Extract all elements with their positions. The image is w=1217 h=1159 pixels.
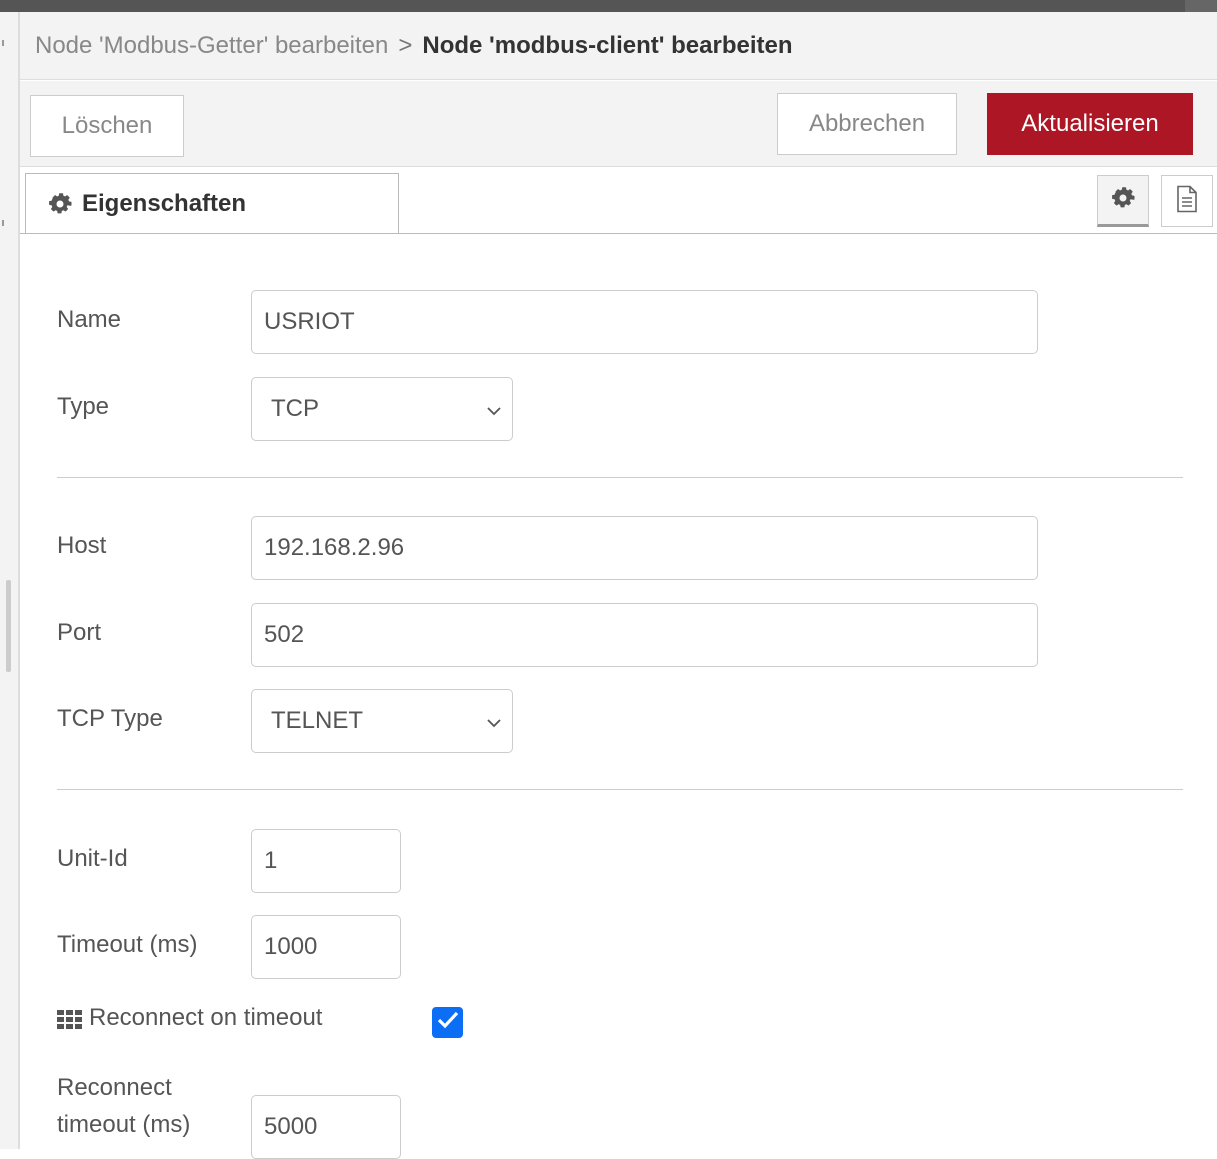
breadcrumb-current: Node 'modbus-client' bearbeiten xyxy=(422,31,793,59)
tab-properties[interactable]: Eigenschaften xyxy=(25,173,399,233)
edit-node-panel: Node 'Modbus-Getter' bearbeiten > Node '… xyxy=(20,12,1217,1159)
breadcrumb-previous[interactable]: Node 'Modbus-Getter' bearbeiten xyxy=(35,32,388,60)
document-icon xyxy=(1175,185,1199,218)
tcp-type-select-value: TELNET xyxy=(271,707,364,734)
delete-button[interactable]: Löschen xyxy=(30,95,184,157)
tab-bar: Eigenschaften xyxy=(20,167,1217,234)
gear-icon xyxy=(1111,186,1135,215)
unit-id-input[interactable]: 1 xyxy=(251,829,401,893)
window-top-strip xyxy=(0,0,1217,12)
gear-icon xyxy=(48,192,72,216)
type-select-value: TCP xyxy=(271,395,319,422)
left-resize-gutter[interactable] xyxy=(0,12,20,1149)
gutter-mark xyxy=(2,220,4,226)
host-input[interactable]: 192.168.2.96 xyxy=(251,516,1038,580)
reconnect-timeout-label-line2: timeout (ms) xyxy=(57,1111,191,1138)
chevron-down-icon xyxy=(486,707,502,735)
reconnect-timeout-input[interactable]: 5000 xyxy=(251,1095,401,1159)
chevron-down-icon xyxy=(486,395,502,423)
section-divider xyxy=(57,789,1183,790)
gutter-mark xyxy=(2,40,4,46)
section-divider xyxy=(57,477,1183,478)
timeout-label: Timeout (ms) xyxy=(57,931,198,958)
breadcrumb-separator: > xyxy=(398,31,413,59)
reconnect-on-timeout-checkbox[interactable] xyxy=(432,1007,463,1038)
resize-handle[interactable] xyxy=(6,580,11,672)
grid-icon xyxy=(57,1009,83,1029)
tcp-type-label: TCP Type xyxy=(57,705,163,732)
port-label: Port xyxy=(57,619,102,646)
type-select[interactable]: TCP xyxy=(251,377,513,441)
window-top-edge xyxy=(1185,0,1217,12)
name-input[interactable]: USRIOT xyxy=(251,290,1038,354)
settings-tab-button[interactable] xyxy=(1097,175,1149,227)
update-button[interactable]: Aktualisieren xyxy=(987,93,1193,155)
tab-properties-label: Eigenschaften xyxy=(82,189,247,217)
tcp-type-select[interactable]: TELNET xyxy=(251,689,513,753)
properties-form: Name USRIOT Type TCP Host 192.168.2.96 P… xyxy=(20,234,1217,1159)
unit-id-label: Unit-Id xyxy=(57,845,128,872)
reconnect-on-timeout-label: Reconnect on timeout xyxy=(89,1004,323,1031)
reconnect-on-timeout-row-label: Reconnect on timeout xyxy=(57,1000,322,1036)
checkmark-icon xyxy=(437,1011,459,1034)
reconnect-timeout-label-line1: Reconnect xyxy=(57,1074,172,1101)
timeout-input[interactable]: 1000 xyxy=(251,915,401,979)
toolbar: Löschen Abbrechen Aktualisieren xyxy=(20,81,1217,167)
description-tab-button[interactable] xyxy=(1161,175,1213,227)
type-label: Type xyxy=(57,393,110,420)
port-input[interactable]: 502 xyxy=(251,603,1038,667)
cancel-button[interactable]: Abbrechen xyxy=(777,93,957,155)
host-label: Host xyxy=(57,532,107,559)
reconnect-timeout-label: Reconnect timeout (ms) xyxy=(57,1069,190,1143)
breadcrumb: Node 'Modbus-Getter' bearbeiten > Node '… xyxy=(20,12,1217,80)
name-label: Name xyxy=(57,306,122,333)
